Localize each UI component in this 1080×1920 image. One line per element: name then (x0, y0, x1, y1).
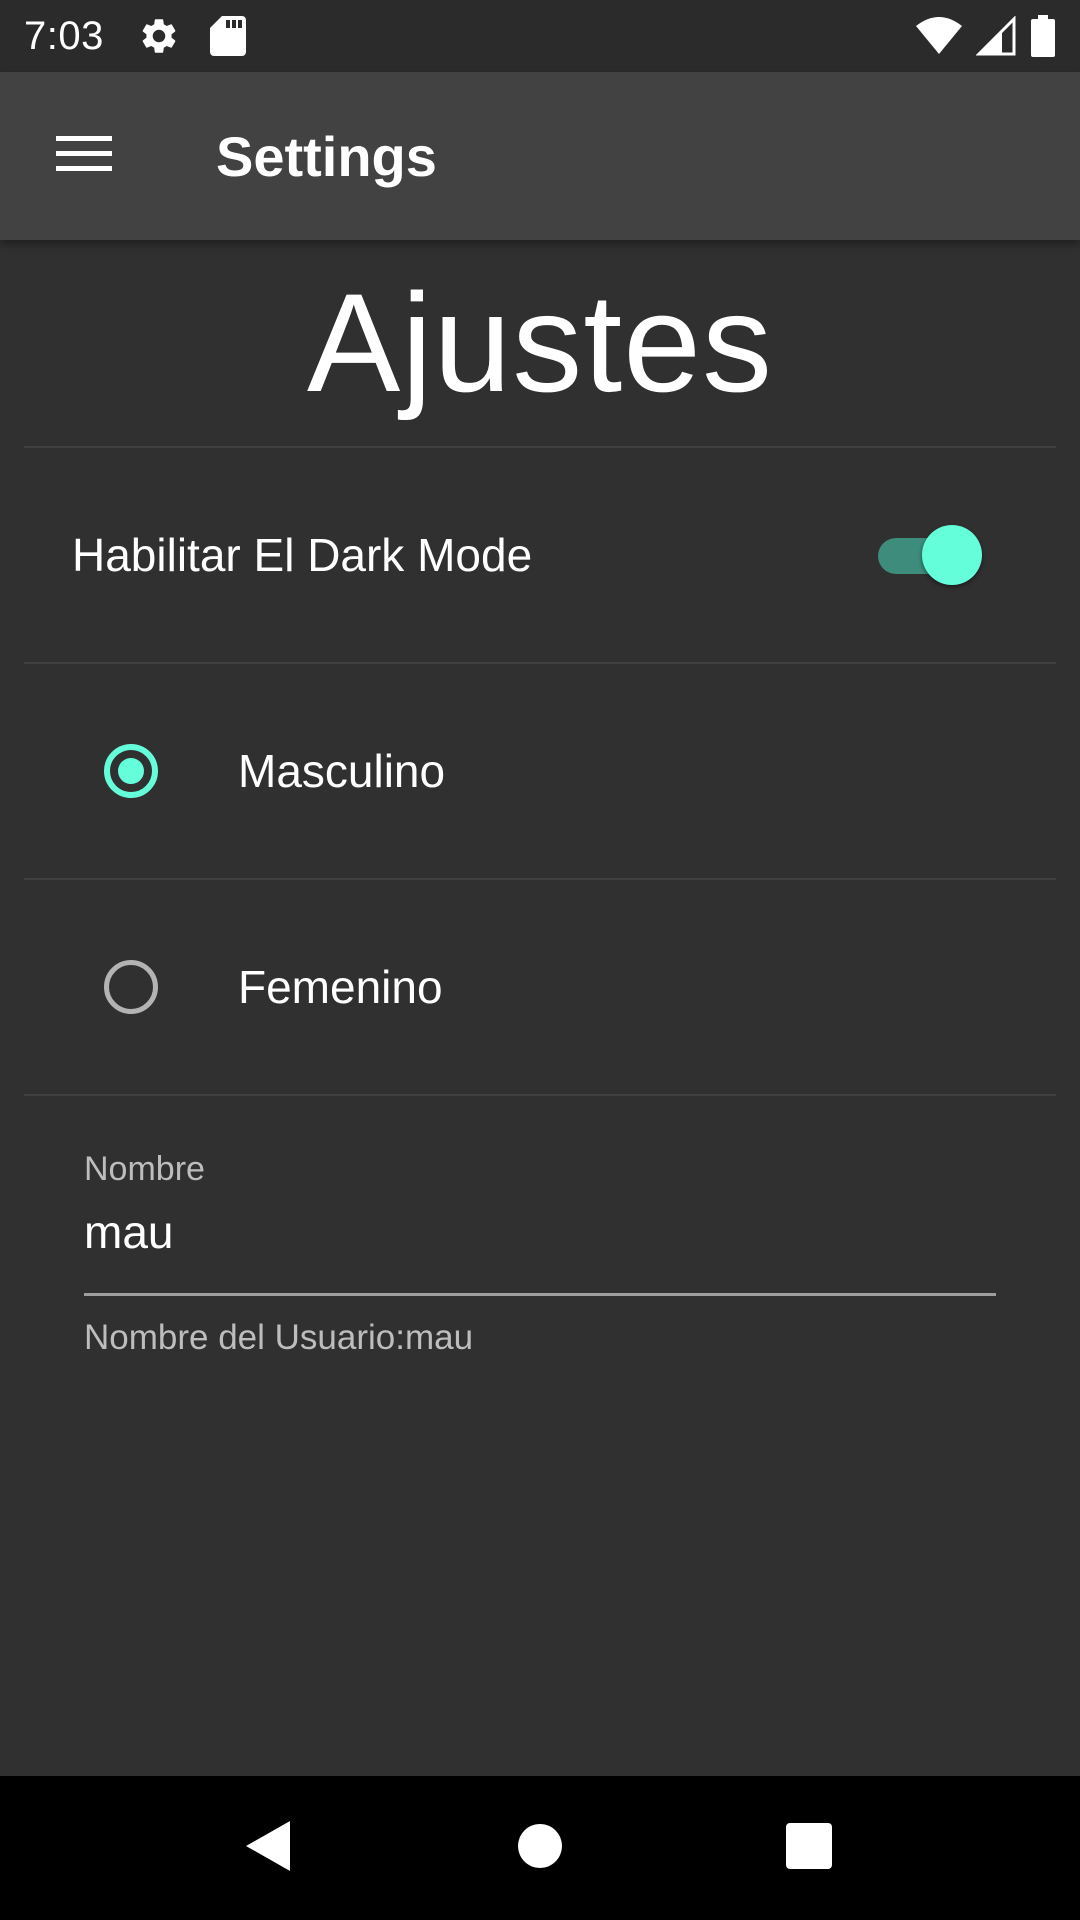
name-field[interactable] (84, 1196, 996, 1268)
app-title: Settings (216, 124, 437, 188)
wifi-icon (916, 16, 962, 56)
menu-button[interactable] (0, 72, 168, 240)
radio-label: Femenino (238, 961, 443, 1013)
dark-mode-label: Habilitar El Dark Mode (72, 529, 533, 581)
back-icon (244, 1819, 292, 1878)
name-field-helper: Nombre del Usuario:mau (84, 1318, 474, 1357)
page-heading: Ajustes (306, 264, 774, 421)
radio-option-femenino[interactable]: Femenino (24, 880, 1056, 1094)
radio-option-masculino[interactable]: Masculino (24, 664, 1056, 878)
sd-card-icon (209, 16, 246, 56)
dark-mode-row[interactable]: Habilitar El Dark Mode (24, 448, 1056, 662)
name-field-underline (84, 1293, 996, 1296)
divider (24, 1094, 1056, 1096)
home-icon (517, 1823, 563, 1874)
radio-label: Masculino (238, 745, 446, 797)
radio-unchecked-icon[interactable] (104, 960, 158, 1014)
status-bar: 7:03 (0, 0, 1080, 72)
radio-checked-icon[interactable] (104, 744, 158, 798)
switch-thumb (922, 525, 982, 585)
battery-icon (1030, 15, 1056, 57)
home-button[interactable] (468, 1776, 612, 1920)
back-button[interactable] (196, 1776, 340, 1920)
navigation-bar (0, 1776, 1080, 1920)
name-field-label: Nombre (84, 1150, 205, 1188)
status-right-icons (916, 15, 1056, 57)
settings-gear-icon (138, 15, 180, 57)
recents-icon (786, 1822, 832, 1874)
dark-mode-switch[interactable] (874, 525, 984, 585)
cellular-signal-icon (976, 16, 1016, 56)
status-time: 7:03 (24, 13, 104, 58)
hamburger-menu-icon (56, 134, 112, 179)
settings-screen: 7:03 Settings Ajustes Habilitar El Dark … (0, 0, 1080, 1920)
recents-button[interactable] (737, 1776, 881, 1920)
status-left-icons (138, 15, 246, 57)
app-bar: Settings (0, 72, 1080, 240)
